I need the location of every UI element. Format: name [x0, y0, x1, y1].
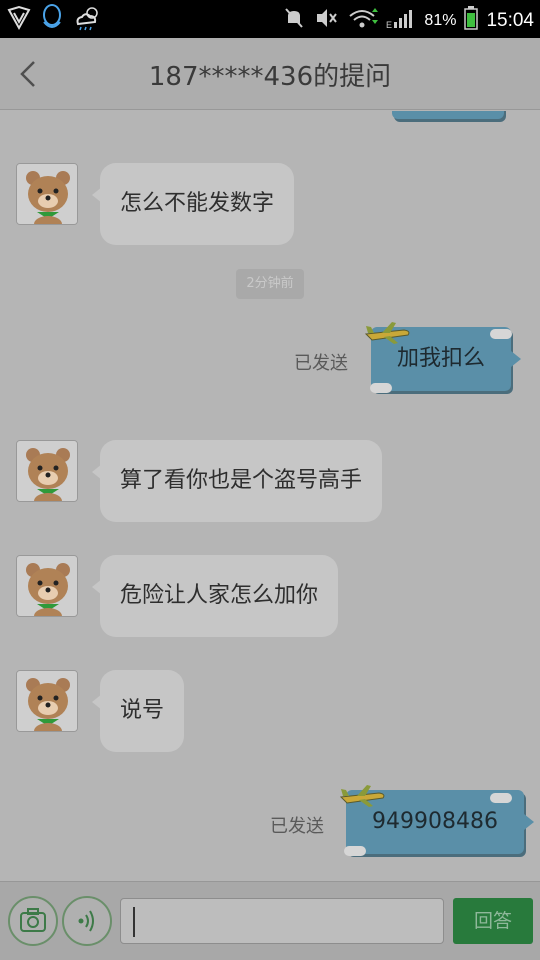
cloud-decoration: [370, 383, 392, 393]
avatar[interactable]: [16, 670, 78, 732]
mute-bell-icon: [282, 6, 306, 35]
wifi-icon: [348, 6, 379, 35]
message-bubble-incoming[interactable]: 危险让人家怎么加你: [91, 555, 339, 637]
airplane-icon: [364, 322, 410, 344]
reply-button[interactable]: 回答: [453, 898, 533, 944]
timestamp-badge: 2分钟前: [236, 269, 304, 299]
voice-button[interactable]: [62, 896, 112, 946]
cloud-decoration: [490, 329, 512, 339]
avatar[interactable]: [16, 163, 78, 225]
status-bar: E 81% 15:04: [0, 0, 540, 38]
airplane-icon: [339, 785, 385, 807]
network-type-label: E: [386, 20, 392, 30]
clock: 15:04: [486, 9, 534, 31]
cloud-decoration: [344, 846, 366, 856]
qq-penguin-icon: [40, 4, 64, 36]
title-bar: 187*****436的提问: [0, 38, 540, 110]
bear-avatar-icon: [17, 441, 77, 501]
shield-icon: [6, 5, 32, 35]
battery-icon: [464, 6, 479, 35]
voice-wave-icon: [78, 910, 94, 932]
camera-icon: [20, 908, 46, 932]
weather-icon: [72, 4, 102, 36]
sent-status: 已发送: [270, 816, 324, 837]
message-bubble-incoming[interactable]: 怎么不能发数字: [91, 163, 295, 245]
cloud-decoration: [490, 793, 512, 803]
avatar[interactable]: [16, 555, 78, 617]
composer-bar: 回答: [0, 881, 540, 960]
avatar[interactable]: [16, 440, 78, 502]
message-bubble-incoming[interactable]: 说号: [91, 670, 185, 752]
text-caret: [133, 907, 135, 937]
page-title: 187*****436的提问: [148, 62, 392, 92]
signal-icon: E: [386, 6, 416, 35]
message-bubble-incoming[interactable]: 算了看你也是个盗号高手: [91, 440, 383, 522]
message-bubble-partial: [392, 111, 504, 119]
bear-avatar-icon: [17, 556, 77, 616]
volume-muted-icon: [314, 6, 340, 35]
reply-input[interactable]: [120, 898, 444, 944]
bear-avatar-icon: [17, 671, 77, 731]
camera-button[interactable]: [8, 896, 58, 946]
sent-status: 已发送: [294, 353, 348, 374]
chat-area[interactable]: 怎么不能发数字 2分钟前 已发送 加我扣么 算了看你也是个盗号高手 危险让人家怎…: [0, 111, 540, 881]
bear-avatar-icon: [17, 164, 77, 224]
battery-percent: 81%: [424, 11, 457, 29]
